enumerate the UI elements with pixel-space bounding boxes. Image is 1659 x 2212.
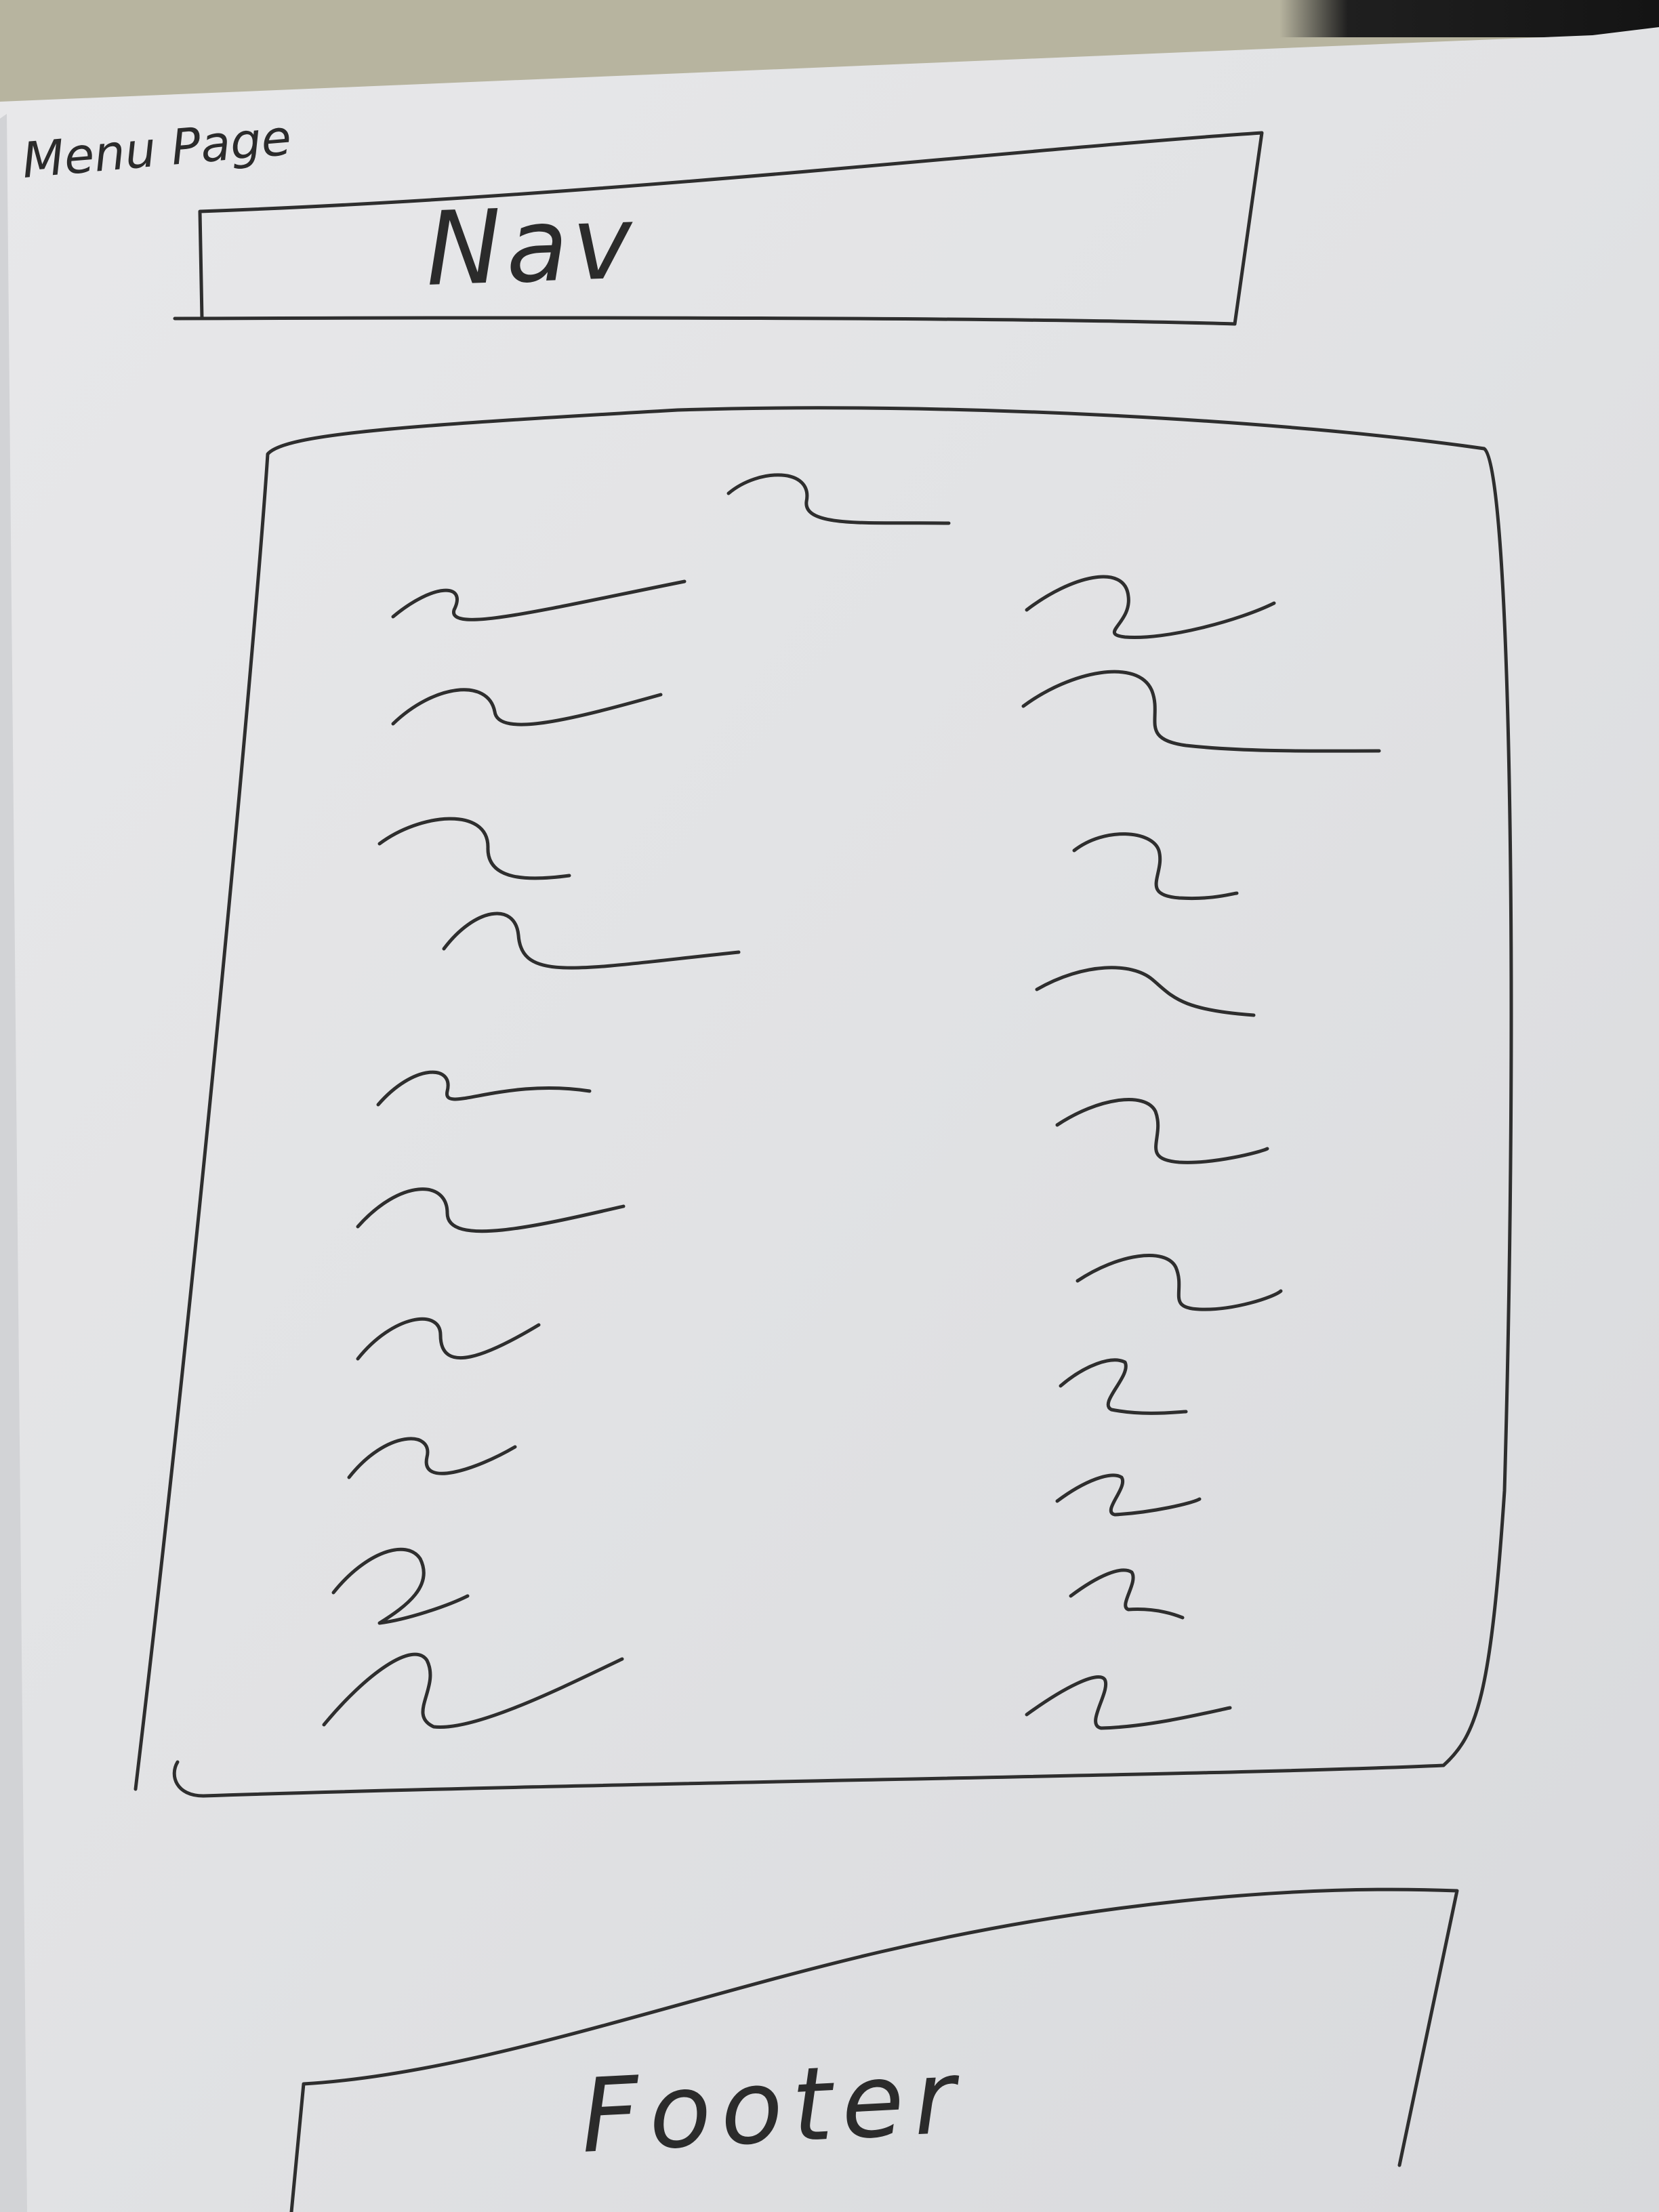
paper-sheet (0, 27, 1659, 2212)
wireframe-sketch: Menu Page Nav Footer (0, 27, 1659, 2212)
footer-label: Footer (578, 2039, 968, 2176)
nav-label: Nav (424, 184, 638, 309)
photo-stage: Menu Page Nav Footer (0, 0, 1659, 2212)
